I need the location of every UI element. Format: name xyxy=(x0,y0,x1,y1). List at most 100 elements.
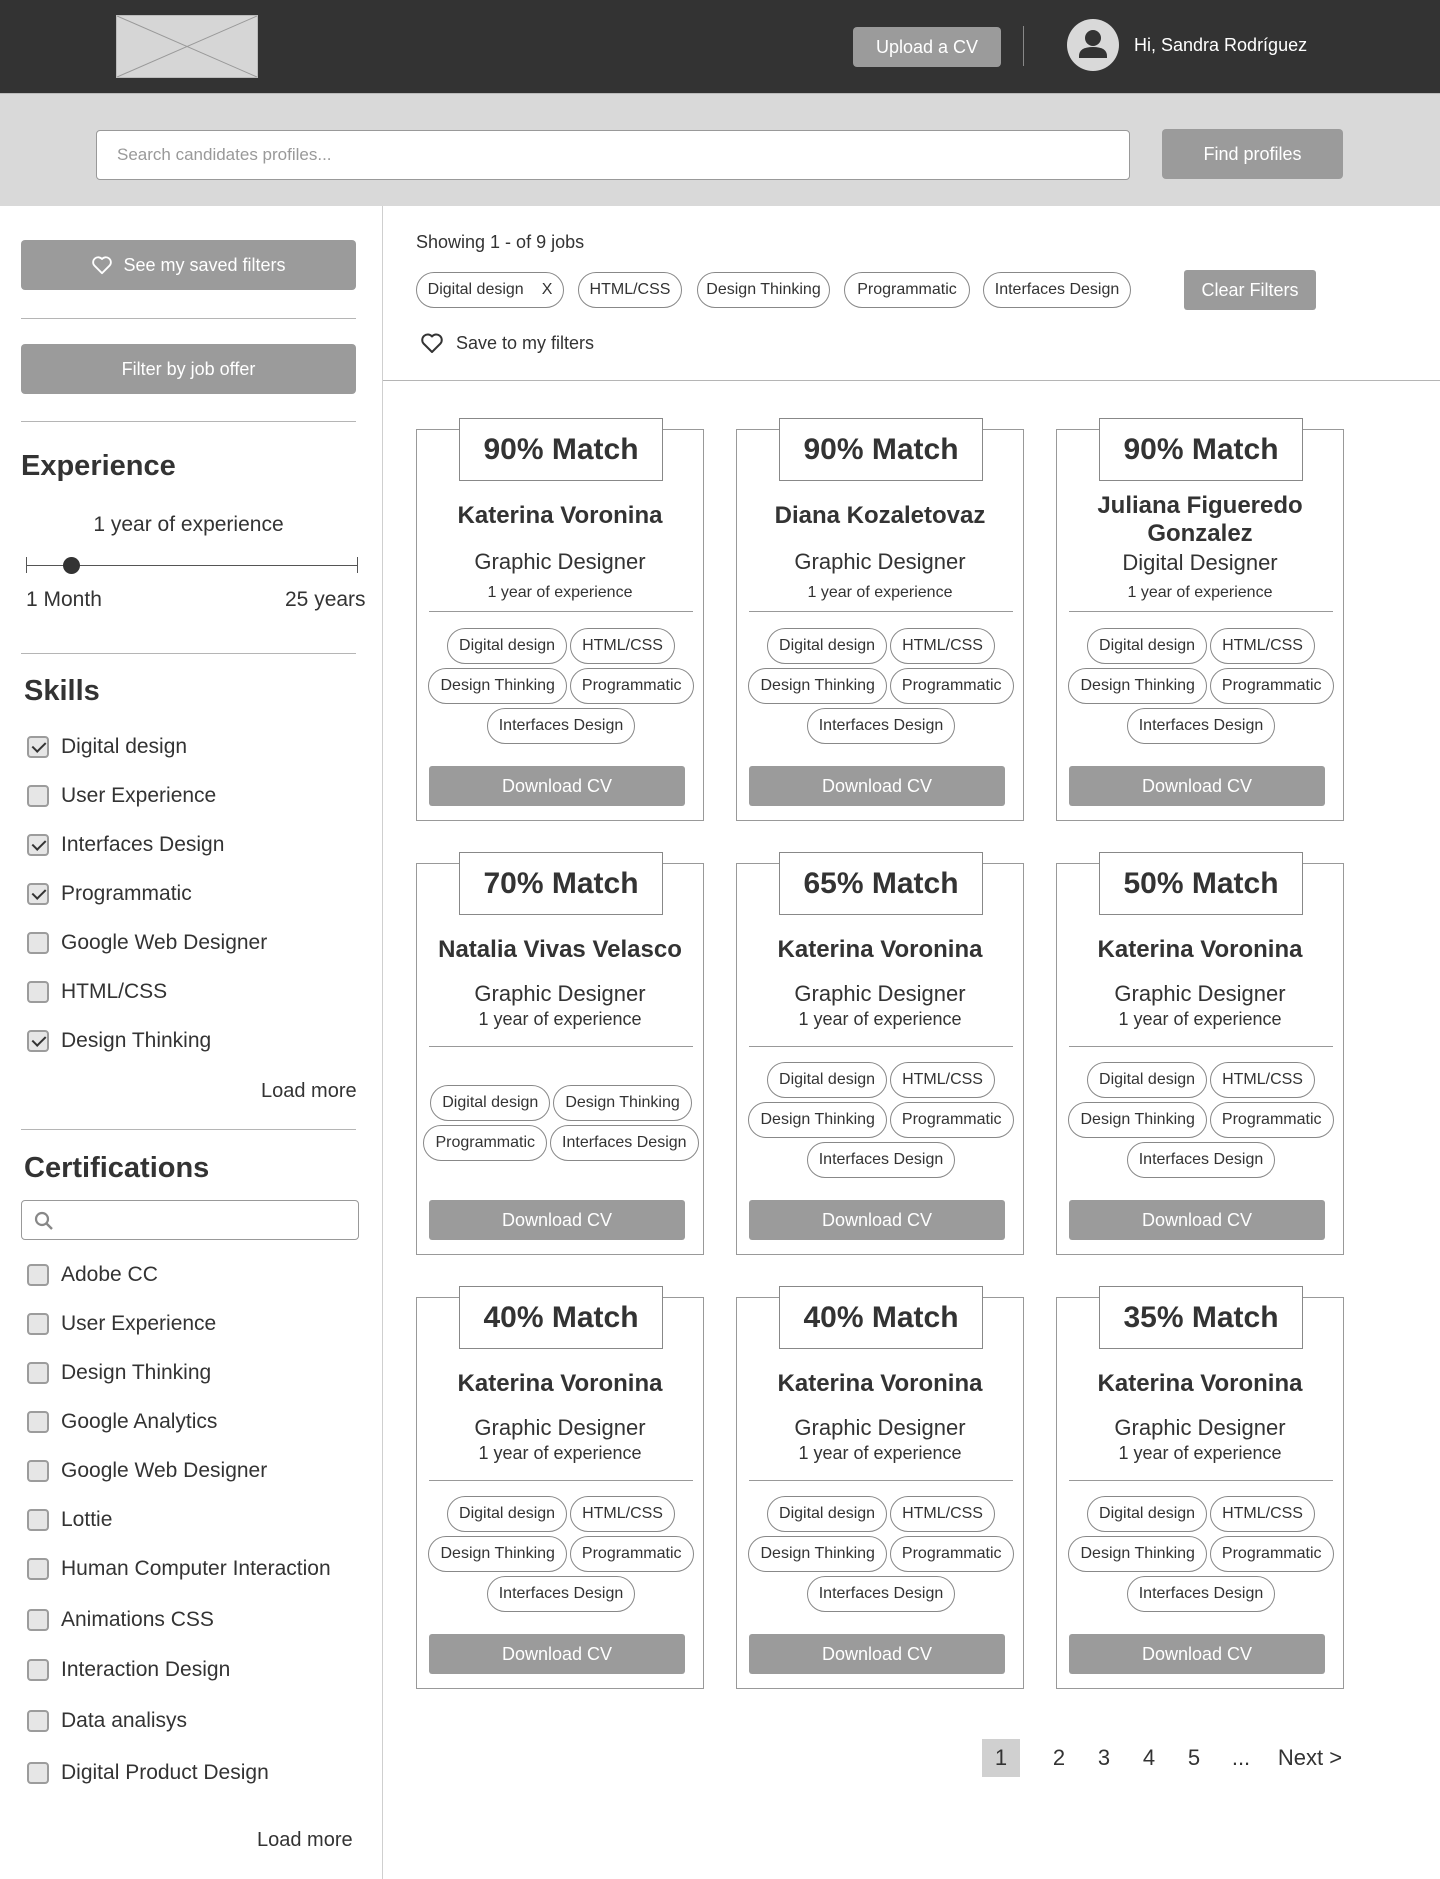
candidate-experience: 1 year of experience xyxy=(798,1443,962,1463)
search-icon xyxy=(34,1211,53,1230)
active-filter-chip[interactable]: Interfaces Design xyxy=(983,272,1131,308)
find-profiles-button[interactable]: Find profiles xyxy=(1162,129,1343,179)
skill-checkbox[interactable] xyxy=(27,785,49,807)
skill-tag: Design Thinking xyxy=(748,1536,887,1572)
candidate-name[interactable]: Katerina Voronina xyxy=(1057,1370,1343,1398)
certification-filter-item[interactable]: Animations CSS xyxy=(27,1607,214,1633)
candidate-search-input[interactable] xyxy=(96,130,1130,180)
certification-filter-item[interactable]: Adobe CC xyxy=(27,1262,158,1288)
download-cv-button[interactable]: Download CV xyxy=(749,766,1005,806)
user-avatar-icon[interactable] xyxy=(1067,19,1119,71)
candidate-experience: 1 year of experience xyxy=(487,584,633,601)
certification-checkbox[interactable] xyxy=(27,1710,49,1732)
download-cv-button[interactable]: Download CV xyxy=(749,1634,1005,1674)
skill-filter-item[interactable]: Interfaces Design xyxy=(27,832,224,858)
page-link[interactable]: 3 xyxy=(1085,1739,1123,1777)
skill-filter-item[interactable]: HTML/CSS xyxy=(27,979,167,1005)
certification-filter-item[interactable]: Digital Product Design xyxy=(27,1760,269,1786)
certification-checkbox[interactable] xyxy=(27,1659,49,1681)
certification-checkbox[interactable] xyxy=(27,1558,49,1580)
certification-filter-item[interactable]: Human Computer Interaction xyxy=(27,1556,331,1582)
download-cv-button[interactable]: Download CV xyxy=(749,1200,1005,1240)
logo-placeholder[interactable] xyxy=(116,15,258,78)
candidate-name[interactable]: Juliana Figueredo Gonzalez xyxy=(1057,492,1343,548)
card-divider xyxy=(1069,1480,1333,1481)
candidate-card[interactable]: 90% Match Katerina Voronina Graphic Design… xyxy=(416,418,704,821)
certification-checkbox[interactable] xyxy=(27,1460,49,1482)
download-cv-button[interactable]: Download CV xyxy=(429,766,685,806)
save-to-filters-link[interactable]: Save to my filters xyxy=(420,332,594,354)
certification-checkbox[interactable] xyxy=(27,1509,49,1531)
certification-checkbox[interactable] xyxy=(27,1313,49,1335)
candidate-card[interactable]: 90% Match Juliana Figueredo Gonzalez Digit… xyxy=(1056,418,1344,821)
certification-label: Adobe CC xyxy=(61,1263,158,1286)
certification-checkbox[interactable] xyxy=(27,1411,49,1433)
certification-checkbox[interactable] xyxy=(27,1362,49,1384)
certification-checkbox[interactable] xyxy=(27,1264,49,1286)
candidate-name[interactable]: Katerina Voronina xyxy=(417,502,703,530)
skill-tag: Design Thinking xyxy=(428,1536,567,1572)
skill-filter-item[interactable]: Digital design xyxy=(27,734,187,760)
candidate-card[interactable]: 40% Match Katerina Voronina Graphic Design… xyxy=(416,1286,704,1689)
certification-filter-item[interactable]: Lottie xyxy=(27,1507,112,1533)
active-filter-chip[interactable]: Design Thinking xyxy=(697,272,830,308)
saved-filters-button[interactable]: See my saved filters xyxy=(21,240,356,290)
skill-tag: HTML/CSS xyxy=(1210,628,1315,664)
skill-checkbox[interactable] xyxy=(27,981,49,1003)
certification-filter-item[interactable]: Data analisys xyxy=(27,1708,187,1734)
skill-checkbox[interactable] xyxy=(27,736,49,758)
next-page-link[interactable]: Next > xyxy=(1274,1739,1346,1777)
user-greeting[interactable]: Hi, Sandra Rodríguez xyxy=(1134,35,1307,56)
skill-checkbox[interactable] xyxy=(27,1030,49,1052)
active-filter-chip[interactable]: Programmatic xyxy=(844,272,970,308)
candidate-name[interactable]: Katerina Voronina xyxy=(1057,936,1343,964)
skill-tag: Design Thinking xyxy=(748,668,887,704)
candidate-card[interactable]: 40% Match Katerina Voronina Graphic Design… xyxy=(736,1286,1024,1689)
candidate-card[interactable]: 50% Match Katerina Voronina Graphic Design… xyxy=(1056,852,1344,1255)
clear-filters-button[interactable]: Clear Filters xyxy=(1184,270,1316,310)
page-link[interactable]: 4 xyxy=(1130,1739,1168,1777)
page-link[interactable]: 2 xyxy=(1040,1739,1078,1777)
skills-load-more-link[interactable]: Load more xyxy=(261,1080,357,1103)
active-filter-label: HTML/CSS xyxy=(589,281,671,298)
certification-filter-item[interactable]: Design Thinking xyxy=(27,1360,211,1386)
candidate-card[interactable]: 35% Match Katerina Voronina Graphic Design… xyxy=(1056,1286,1344,1689)
certification-filter-item[interactable]: Google Analytics xyxy=(27,1409,217,1435)
page-link[interactable]: 5 xyxy=(1175,1739,1213,1777)
download-cv-button[interactable]: Download CV xyxy=(429,1634,685,1674)
certifications-load-more-link[interactable]: Load more xyxy=(257,1829,353,1852)
skill-filter-item[interactable]: Google Web Designer xyxy=(27,930,267,956)
candidate-name[interactable]: Katerina Voronina xyxy=(417,1370,703,1398)
active-filter-chip[interactable]: HTML/CSS xyxy=(578,272,682,308)
download-cv-button[interactable]: Download CV xyxy=(1069,766,1325,806)
skill-filter-item[interactable]: User Experience xyxy=(27,783,216,809)
skill-checkbox[interactable] xyxy=(27,883,49,905)
skill-checkbox[interactable] xyxy=(27,932,49,954)
certification-checkbox[interactable] xyxy=(27,1762,49,1784)
skill-tag: Digital design xyxy=(1087,1062,1208,1098)
certifications-search-input[interactable] xyxy=(21,1200,359,1240)
certification-filter-item[interactable]: Interaction Design xyxy=(27,1657,230,1683)
upload-cv-button[interactable]: Upload a CV xyxy=(853,27,1001,67)
download-cv-button[interactable]: Download CV xyxy=(1069,1634,1325,1674)
active-filter-chip[interactable]: Digital design X xyxy=(416,272,564,308)
candidate-name[interactable]: Katerina Voronina xyxy=(737,936,1023,964)
skill-filter-item[interactable]: Design Thinking xyxy=(27,1028,211,1054)
candidate-name[interactable]: Katerina Voronina xyxy=(737,1370,1023,1398)
candidate-name[interactable]: Diana Kozaletovaz xyxy=(737,502,1023,530)
certification-filter-item[interactable]: Google Web Designer xyxy=(27,1458,267,1484)
candidate-name[interactable]: Natalia Vivas Velasco xyxy=(417,936,703,964)
skill-checkbox[interactable] xyxy=(27,834,49,856)
certification-checkbox[interactable] xyxy=(27,1609,49,1631)
candidate-card[interactable]: 65% Match Katerina Voronina Graphic Design… xyxy=(736,852,1024,1255)
remove-filter-button[interactable]: X xyxy=(542,281,553,299)
skill-filter-item[interactable]: Programmatic xyxy=(27,881,192,907)
candidate-card[interactable]: 90% Match Diana Kozaletovaz Graphic Design… xyxy=(736,418,1024,821)
page-link[interactable]: 1 xyxy=(982,1739,1020,1777)
download-cv-button[interactable]: Download CV xyxy=(429,1200,685,1240)
filter-by-job-offer-button[interactable]: Filter by job offer xyxy=(21,344,356,394)
candidate-card[interactable]: 70% Match Natalia Vivas Velasco Graphic De… xyxy=(416,852,704,1255)
download-cv-button[interactable]: Download CV xyxy=(1069,1200,1325,1240)
certification-filter-item[interactable]: User Experience xyxy=(27,1311,216,1337)
experience-slider-handle[interactable] xyxy=(63,557,80,574)
